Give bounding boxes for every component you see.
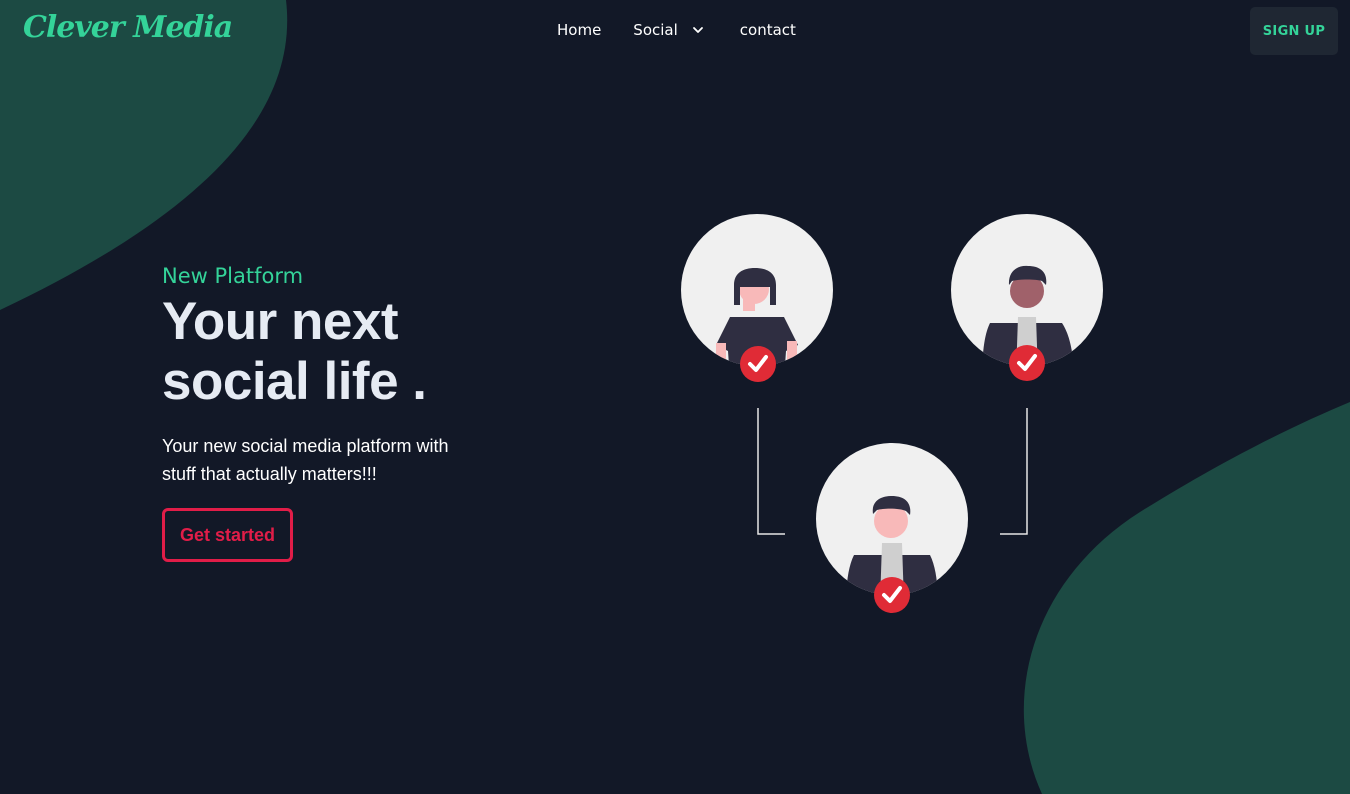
avatar-man-2	[816, 443, 968, 613]
nav-home-link[interactable]: Home	[557, 21, 601, 39]
main-nav: Home Social contact	[557, 21, 796, 39]
logo[interactable]: Clever Media	[23, 10, 233, 45]
avatar-man-1	[951, 214, 1103, 381]
check-circle-icon	[1009, 345, 1045, 381]
hero-headline: Your next social life .	[162, 292, 582, 412]
chevron-down-icon	[692, 27, 703, 33]
check-circle-icon	[874, 577, 910, 613]
nav-social-dropdown[interactable]: Social	[633, 21, 703, 39]
hero-section: New Platform Your next social life . You…	[162, 264, 582, 562]
nav-contact-link[interactable]: contact	[740, 21, 796, 39]
hero-subtext: Your new social media platform with stuf…	[162, 436, 449, 484]
hero-eyebrow: New Platform	[162, 264, 304, 288]
nav-social-label: Social	[633, 21, 678, 39]
hero-headline-line2: social life .	[162, 352, 427, 411]
hero-headline-line1: Your next	[162, 292, 399, 351]
avatar-woman	[681, 214, 833, 382]
sign-up-button[interactable]: SIGN UP	[1250, 7, 1338, 55]
hero-illustration	[681, 214, 1103, 613]
check-circle-icon	[740, 346, 776, 382]
get-started-button[interactable]: Get started	[162, 508, 293, 562]
